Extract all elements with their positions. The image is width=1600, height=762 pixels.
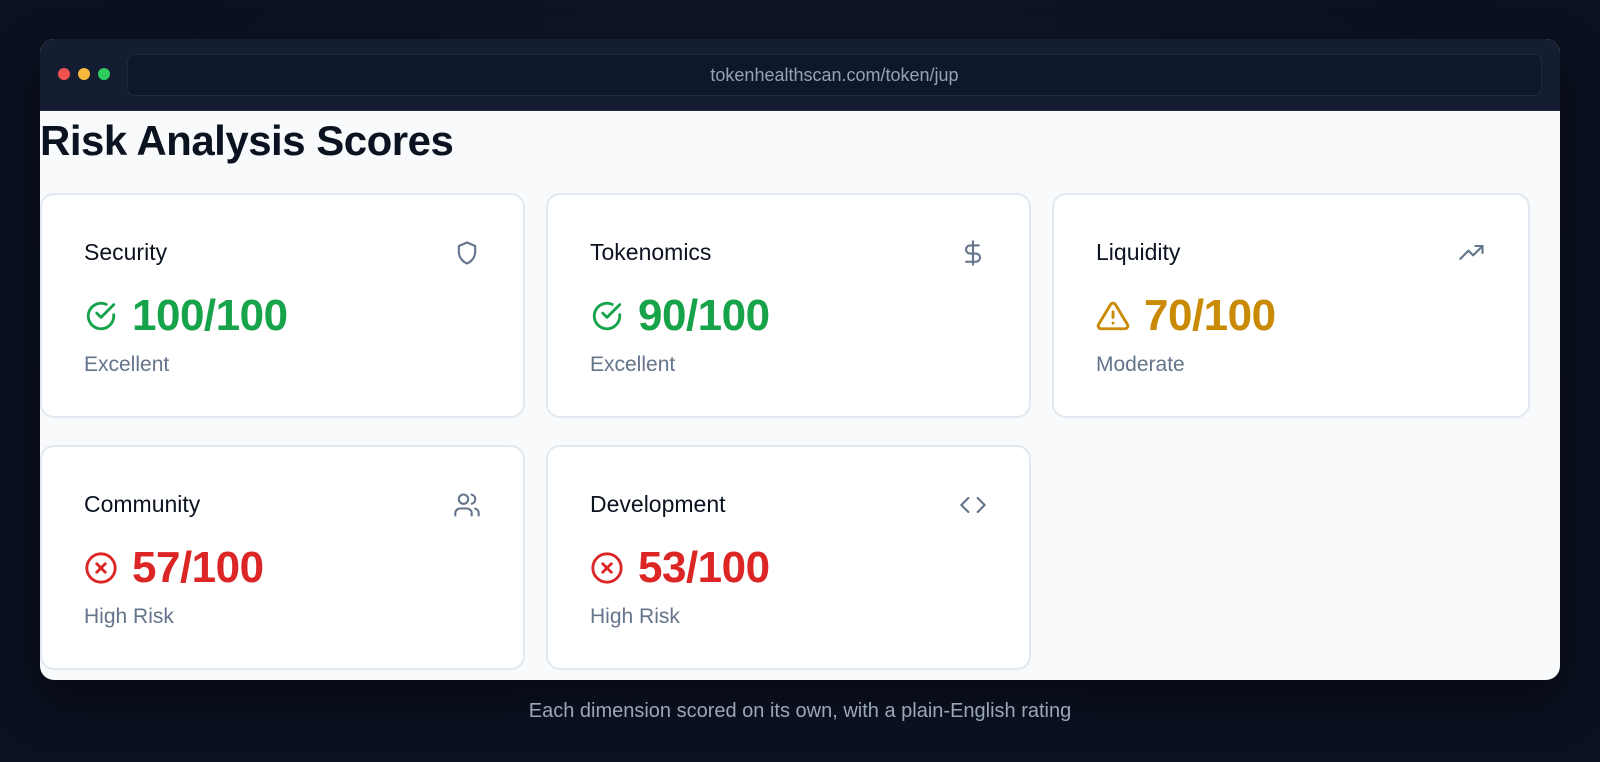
score-rating: Moderate xyxy=(1096,353,1185,376)
maximize-window-dot[interactable] xyxy=(98,68,110,80)
shield-icon xyxy=(457,241,477,265)
score-rating: High Risk xyxy=(84,605,174,628)
window-controls xyxy=(58,68,110,80)
address-bar[interactable]: tokenhealthscan.com/token/jup xyxy=(127,54,1542,96)
score-value: 53/100 xyxy=(638,543,770,592)
page-content: Risk Analysis Scores Security 100/100 Ex… xyxy=(40,111,1560,680)
x-circle-icon xyxy=(85,552,117,584)
x-circle-icon xyxy=(591,552,623,584)
score-rating: Excellent xyxy=(590,353,676,376)
score-card-development: Development 53/100 High Risk xyxy=(546,445,1031,670)
page-title: Risk Analysis Scores xyxy=(40,117,454,164)
score-row: 100/100 xyxy=(84,291,288,341)
score-value: 90/100 xyxy=(638,291,770,340)
card-title: Community xyxy=(84,491,201,517)
score-value: 57/100 xyxy=(132,543,264,592)
score-row: 90/100 xyxy=(590,291,770,341)
card-title: Security xyxy=(84,239,168,265)
check-circle-icon xyxy=(86,301,116,331)
code-icon xyxy=(960,496,986,514)
dollar-icon xyxy=(964,240,982,266)
score-rating: Excellent xyxy=(84,353,170,376)
close-window-dot[interactable] xyxy=(58,68,70,80)
score-rating: High Risk xyxy=(590,605,680,628)
url-text: tokenhealthscan.com/token/jup xyxy=(710,64,959,85)
browser-toolbar: tokenhealthscan.com/token/jup xyxy=(40,39,1560,111)
trending-up-icon xyxy=(1459,244,1484,260)
users-icon xyxy=(454,493,480,517)
check-circle-icon xyxy=(592,301,622,331)
score-value: 70/100 xyxy=(1144,291,1276,340)
score-card-community: Community 57/100 High Risk xyxy=(40,445,525,670)
screenshot-caption: Each dimension scored on its own, with a… xyxy=(528,700,1072,722)
score-card-liquidity: Liquidity 70/100 Moderate xyxy=(1052,193,1530,418)
score-card-tokenomics: Tokenomics 90/100 Excellent xyxy=(546,193,1031,418)
warning-triangle-icon xyxy=(1096,301,1130,331)
score-value: 100/100 xyxy=(132,291,288,340)
score-row: 53/100 xyxy=(590,543,770,593)
minimize-window-dot[interactable] xyxy=(78,68,90,80)
card-title: Liquidity xyxy=(1096,239,1181,265)
card-title: Tokenomics xyxy=(590,239,712,265)
browser-window: tokenhealthscan.com/token/jup Risk Analy… xyxy=(40,39,1560,680)
score-card-security: Security 100/100 Excellent xyxy=(40,193,525,418)
card-title: Development xyxy=(590,491,726,517)
score-row: 57/100 xyxy=(84,543,264,593)
score-row: 70/100 xyxy=(1096,291,1276,341)
